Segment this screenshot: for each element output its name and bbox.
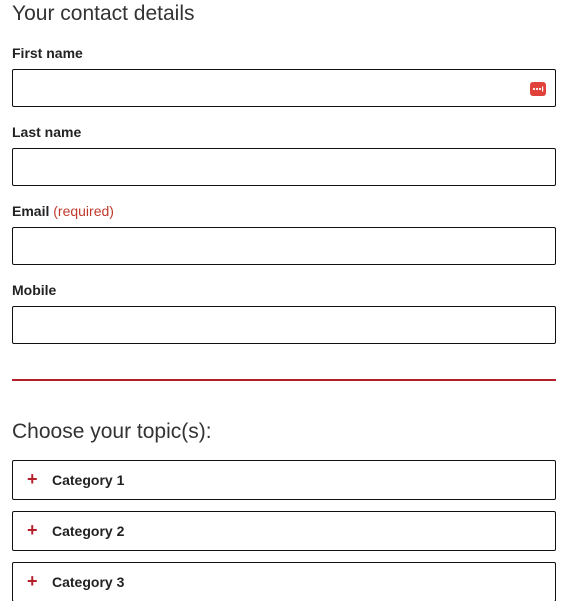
category-label: Category 3 [52,574,125,590]
topics-heading: Choose your topic(s): [12,420,212,443]
section-divider [12,379,556,381]
mobile-label: Mobile [12,282,57,298]
last-name-label: Last name [12,124,82,140]
expand-plus-icon: + [27,520,38,540]
category-label: Category 1 [52,472,125,488]
email-field[interactable] [12,227,556,265]
contact-form-page: Your contact details First name Last nam… [0,0,567,601]
first-name-field[interactable] [12,69,556,107]
category-label: Category 2 [52,523,125,539]
category-accordion-1[interactable]: + Category 1 [12,460,556,500]
email-label: Email [12,203,50,219]
password-manager-icon[interactable] [530,82,546,96]
mobile-field[interactable] [12,306,556,344]
last-name-field[interactable] [12,148,556,186]
first-name-label: First name [12,45,83,61]
category-accordion-2[interactable]: + Category 2 [12,511,556,551]
expand-plus-icon: + [27,571,38,591]
expand-plus-icon: + [27,469,38,489]
required-indicator: (required) [53,203,114,219]
contact-details-heading: Your contact details [12,2,195,25]
category-accordion-3[interactable]: + Category 3 [12,562,556,601]
email-label-row: Email (required) [12,202,114,220]
